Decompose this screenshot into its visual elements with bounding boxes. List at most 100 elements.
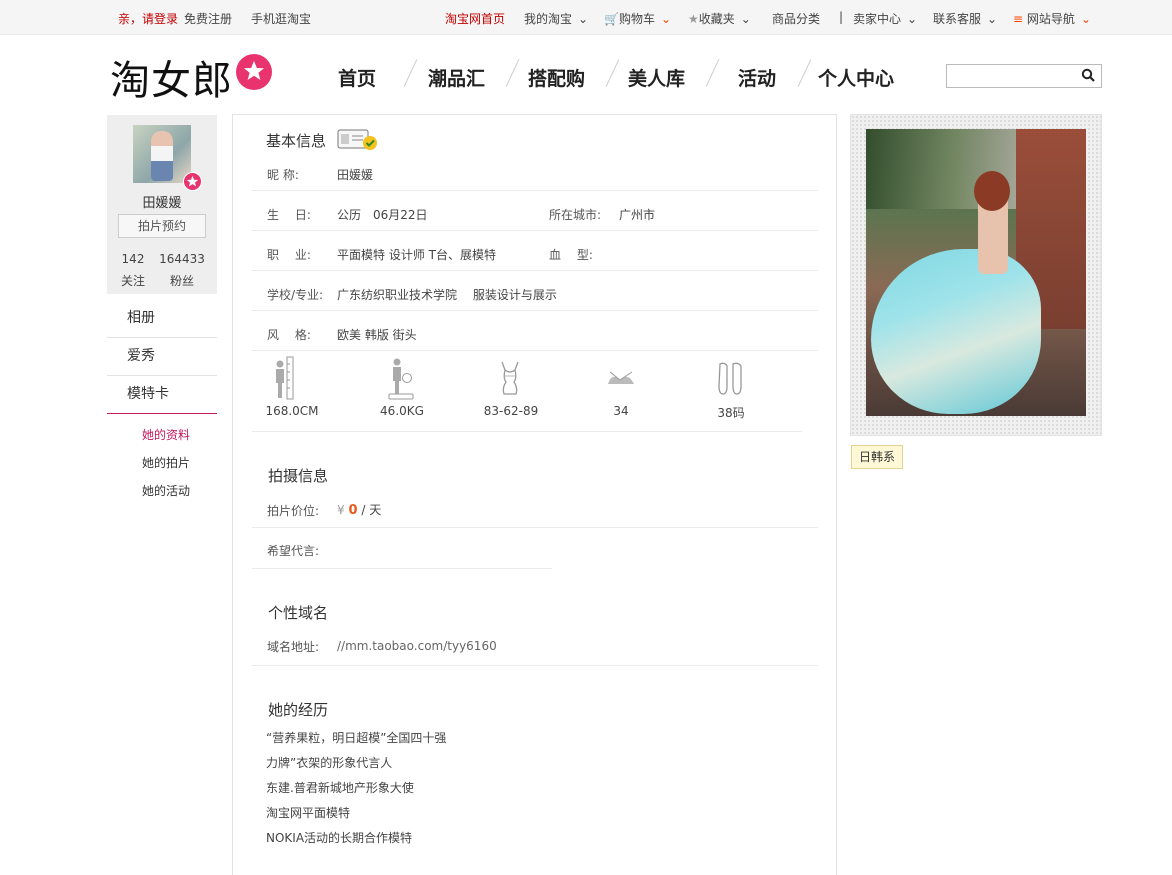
search-input[interactable] — [951, 65, 1075, 87]
my-taobao-menu[interactable]: 我的淘宝 ⌄ — [524, 10, 588, 27]
sidebar-item-label: 相册 — [127, 310, 155, 326]
experience-item: 淘宝网平面模特 — [266, 806, 351, 820]
style-tag[interactable]: 日韩系 — [851, 445, 904, 469]
endorse-label: 希望代言: — [267, 544, 320, 558]
chevron-down-icon: ⌄ — [907, 12, 918, 26]
shoot-info-title: 拍摄信息 — [268, 467, 329, 485]
shoe-size-value: 38码 — [717, 406, 745, 420]
divider — [252, 190, 818, 191]
divider — [252, 310, 818, 311]
divider — [252, 431, 802, 432]
birthday-label: 生 日: — [267, 208, 311, 222]
star-icon: ★ — [688, 12, 699, 26]
model-photo[interactable] — [866, 129, 1086, 416]
sidebar-item-model-card[interactable]: 模特卡 — [107, 376, 217, 414]
divider — [252, 350, 818, 351]
experience-item: 东建.普君新城地产形象大使 — [266, 781, 414, 795]
experience-item: 力牌”衣架的形象代言人 — [266, 756, 393, 770]
search-icon[interactable] — [1081, 68, 1095, 82]
vip-star-icon — [183, 172, 202, 191]
sidebar-sub-shoots[interactable]: 她的拍片 — [142, 454, 190, 471]
customer-service-menu[interactable]: 联系客服 ⌄ — [933, 10, 997, 27]
following-label[interactable]: 关注 — [108, 272, 158, 289]
photo-dress — [871, 249, 1041, 414]
categories-link[interactable]: 商品分类 — [772, 10, 820, 27]
sidebar-sub-profile[interactable]: 她的资料 — [142, 426, 190, 443]
my-taobao-label: 我的淘宝 — [524, 12, 573, 26]
favorites-menu[interactable]: ★收藏夹 ⌄ — [688, 10, 751, 27]
price-unit: / 天 — [361, 503, 382, 517]
basic-info-title: 基本信息 — [266, 132, 327, 150]
job-value: 平面模特 设计师 T台、展模特 — [337, 248, 496, 262]
avatar[interactable] — [133, 125, 191, 183]
divider — [252, 527, 818, 528]
following-count[interactable]: 142 — [108, 252, 158, 266]
chevron-down-icon: ⌄ — [1080, 12, 1091, 26]
fans-label[interactable]: 粉丝 — [157, 272, 207, 289]
profile-name: 田媛媛 — [142, 196, 182, 211]
weight-value: 46.0KG — [380, 404, 424, 418]
job-label: 职 业: — [267, 248, 311, 262]
search-box — [946, 64, 1102, 88]
cup-size-value: 34 — [613, 404, 629, 418]
site-logo[interactable]: 淘女郎 — [110, 48, 233, 106]
cart-label: 购物车 — [618, 12, 655, 26]
divider — [252, 665, 818, 666]
sidebar-sub-activities[interactable]: 她的活动 — [142, 482, 190, 499]
nav-models[interactable]: 美人库 — [628, 64, 685, 91]
taobao-home-link[interactable]: 淘宝网首页 — [445, 10, 505, 27]
chevron-down-icon: ⌄ — [578, 12, 589, 26]
cup-size-icon — [608, 371, 634, 384]
register-link[interactable]: 免费注册 — [184, 10, 232, 27]
city-value: 广州市 — [619, 208, 656, 222]
cart-icon: 🛒 — [604, 12, 619, 26]
domain-title: 个性域名 — [268, 604, 329, 622]
chevron-down-icon: ⌄ — [740, 12, 751, 26]
blood-label: 血 型: — [549, 248, 593, 262]
measurements-icon — [501, 361, 519, 395]
seller-center-menu[interactable]: 卖家中心 ⌄ — [853, 10, 917, 27]
chevron-down-icon: ⌄ — [660, 12, 672, 26]
price-value: 0 — [348, 503, 358, 518]
height-value: 168.0CM — [265, 404, 319, 418]
weight-icon — [388, 358, 414, 400]
price-value-group: ¥ 0 / 天 — [337, 501, 381, 518]
domain-url[interactable]: //mm.taobao.com/tyy6160 — [337, 639, 497, 653]
nav-divider — [505, 59, 520, 87]
experience-item: NOKIA活动的长期合作模特 — [266, 831, 413, 845]
nav-divider — [705, 59, 720, 87]
nav-divider — [403, 59, 418, 87]
sidebar-item-label: 模特卡 — [127, 386, 169, 402]
mobile-link[interactable]: 手机逛淘宝 — [251, 10, 311, 27]
site-nav-menu[interactable]: ≡ 网站导航 ⌄ — [1013, 10, 1091, 27]
style-value: 欧美 韩版 街头 — [337, 328, 417, 342]
favorites-label: 收藏夹 — [698, 12, 735, 26]
nav-events[interactable]: 活动 — [738, 64, 776, 91]
price-label: 拍片价位: — [267, 504, 320, 518]
nav-home[interactable]: 首页 — [338, 64, 376, 91]
shoe-size-icon — [718, 362, 742, 395]
logo-star-icon — [236, 54, 272, 90]
divider — [252, 270, 818, 271]
site-nav-label: 网站导航 — [1026, 12, 1075, 26]
style-label: 风 格: — [267, 328, 311, 342]
sidebar-item-label: 爱秀 — [127, 348, 155, 364]
sidebar-item-album[interactable]: 相册 — [107, 300, 217, 338]
domain-label: 域名地址: — [267, 640, 320, 654]
book-shoot-button[interactable]: 拍片预约 — [118, 214, 206, 238]
city-label: 所在城市: — [549, 208, 602, 222]
login-link[interactable]: 亲，请登录 — [118, 10, 178, 27]
sidebar-item-show[interactable]: 爱秀 — [107, 338, 217, 376]
list-icon: ≡ — [1013, 12, 1027, 26]
school-label: 学校/专业: — [267, 288, 324, 302]
price-currency: ¥ — [337, 503, 345, 517]
nav-trends[interactable]: 潮品汇 — [428, 64, 485, 91]
photo-frame — [850, 114, 1102, 436]
cart-menu[interactable]: 🛒购物车 ⌄ — [604, 10, 671, 27]
nav-outfits[interactable]: 搭配购 — [528, 64, 585, 91]
fans-count[interactable]: 164433 — [157, 252, 207, 266]
experience-title: 她的经历 — [268, 701, 329, 719]
nav-personal-center[interactable]: 个人中心 — [818, 64, 894, 91]
height-icon — [276, 356, 294, 400]
nav-divider — [797, 59, 812, 87]
